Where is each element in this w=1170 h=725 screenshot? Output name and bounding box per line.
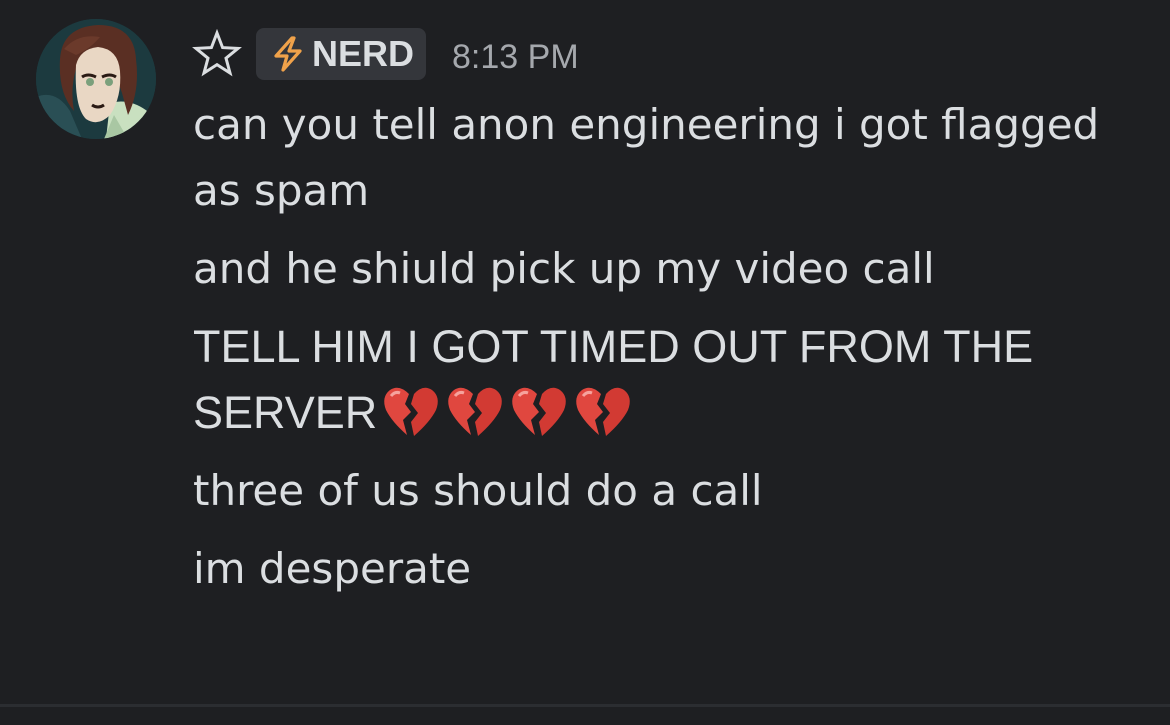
- message-divider: [0, 704, 1170, 707]
- broken-heart-emoji: [381, 382, 441, 442]
- message-text-with-emoji[interactable]: TELL HIM I GOT TIMED OUT FROM THE SERVER: [193, 314, 1133, 446]
- message-text[interactable]: three of us should do a call: [193, 458, 1133, 524]
- user-avatar[interactable]: [36, 19, 156, 139]
- avatar-illustration: [36, 19, 156, 139]
- message-group: NERD 8:13 PM can you tell anon engineeri…: [0, 0, 1170, 707]
- lightning-bolt-icon: [268, 34, 308, 74]
- message-text[interactable]: and he shiuld pick up my video call: [193, 236, 1133, 302]
- broken-heart-emoji: [573, 382, 633, 442]
- broken-heart-emoji: [509, 382, 569, 442]
- message-text[interactable]: can you tell anon engineering i got flag…: [193, 92, 1133, 224]
- message-list: can you tell anon engineering i got flag…: [193, 92, 1133, 614]
- message-header: NERD 8:13 PM: [192, 26, 579, 82]
- broken-heart-emoji: [445, 382, 505, 442]
- server-tag-label: NERD: [312, 33, 415, 74]
- broken-heart-emoji-group: [377, 387, 633, 438]
- message-text[interactable]: im desperate: [193, 536, 1133, 602]
- message-timestamp[interactable]: 8:13 PM: [452, 32, 579, 77]
- server-tag-badge[interactable]: NERD: [256, 28, 427, 80]
- star-icon[interactable]: [192, 29, 242, 79]
